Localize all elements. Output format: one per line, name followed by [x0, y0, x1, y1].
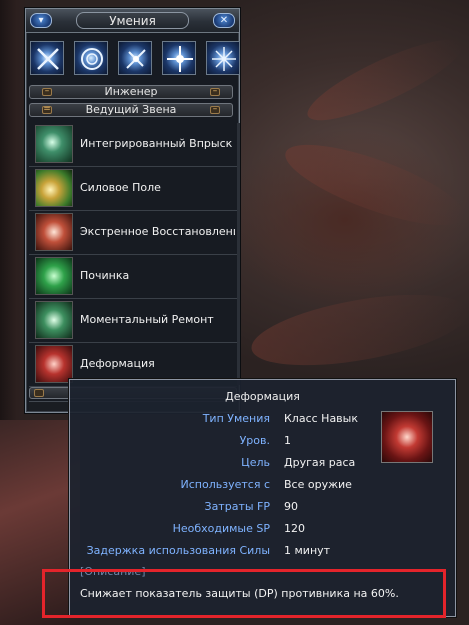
sword-icon — [37, 48, 59, 70]
tooltip-label-target: Цель — [241, 456, 270, 469]
category-class-header[interactable]: – Инженер – — [29, 85, 233, 99]
background-streak — [299, 25, 469, 135]
force-field-skill-icon[interactable] — [35, 169, 73, 207]
skill-name: Починка — [80, 269, 130, 282]
category-subclass-label: Ведущий Звена — [85, 103, 177, 116]
tooltip-value-cooldown: 1 минут — [284, 544, 331, 557]
injection-skill-icon[interactable] — [35, 125, 73, 163]
tooltip-value-skill-type: Класс Навык — [284, 412, 358, 425]
category-class-label: Инженер — [104, 85, 158, 98]
game-scene: ▾ Умения ✕ – Инженер – = Ведущий Звена –… — [0, 0, 469, 625]
tab-sparkle[interactable] — [118, 41, 152, 75]
list-item[interactable]: Силовое Поле — [29, 167, 237, 211]
window-menu-button[interactable]: ▾ — [30, 13, 52, 28]
star-burst-icon — [167, 46, 193, 72]
emergency-restore-skill-icon[interactable] — [35, 213, 73, 251]
skills-window: ▾ Умения ✕ – Инженер – = Ведущий Звена –… — [25, 8, 240, 413]
skill-name: Экстренное Восстановление — [80, 225, 235, 238]
tooltip-title: Деформация — [225, 390, 300, 403]
background-streak — [277, 129, 469, 241]
skill-name: Силовое Поле — [80, 181, 161, 194]
skill-tab-row — [30, 41, 240, 81]
tab-target[interactable] — [74, 41, 108, 75]
tooltip-value-level: 1 — [284, 434, 291, 447]
collapse-icon: – — [210, 105, 220, 114]
background-streak — [246, 281, 469, 379]
skill-name: Деформация — [80, 357, 155, 370]
list-item[interactable]: Интегрированный Впрыск — [29, 123, 237, 167]
collapse-icon[interactable]: – — [42, 87, 52, 96]
tooltip-label-required-sp: Необходимые SP — [172, 522, 270, 535]
tooltip-label-level: Уров. — [239, 434, 270, 447]
sparkle-icon — [126, 49, 146, 69]
deformation-skill-icon[interactable] — [35, 345, 73, 383]
tooltip-value-used-with: Все оружие — [284, 478, 352, 491]
tooltip-label-cooldown: Задержка использования Силы — [86, 544, 270, 557]
deformation-skill-icon — [381, 411, 433, 463]
category-subclass-header[interactable]: = Ведущий Звена – — [29, 103, 233, 117]
skill-name: Интегрированный Впрыск — [80, 137, 233, 150]
tooltip-value-required-sp: 120 — [284, 522, 305, 535]
list-item[interactable]: Починка — [29, 255, 237, 299]
close-icon: ✕ — [219, 15, 229, 26]
window-title: Умения — [76, 12, 189, 29]
tooltip-label-used-with: Используется с — [180, 478, 270, 491]
chevron-down-icon: ▾ — [38, 15, 44, 26]
tooltip-label-skill-type: Тип Умения — [202, 412, 270, 425]
window-titlebar[interactable]: ▾ Умения ✕ — [26, 9, 239, 33]
expand-icon[interactable]: = — [42, 105, 52, 114]
instant-repair-skill-icon[interactable] — [35, 301, 73, 339]
tooltip-value-target: Другая раса — [284, 456, 356, 469]
tooltip-value-fp-cost: 90 — [284, 500, 298, 513]
list-item[interactable]: Экстренное Восстановление — [29, 211, 237, 255]
collapse-icon[interactable] — [34, 389, 44, 397]
collapse-icon: – — [210, 87, 220, 96]
skill-list: Интегрированный Впрыск Силовое Поле Экст… — [29, 123, 237, 387]
cross-star-icon — [212, 47, 236, 71]
tab-sword[interactable] — [30, 41, 64, 75]
list-item[interactable]: Моментальный Ремонт — [29, 299, 237, 343]
repair-skill-icon[interactable] — [35, 257, 73, 295]
tab-cross-star[interactable] — [206, 41, 240, 75]
annotation-highlight-box — [42, 569, 446, 618]
target-icon — [81, 48, 103, 70]
tooltip-label-fp-cost: Затраты FP — [204, 500, 270, 513]
scrollbar[interactable] — [237, 123, 240, 385]
tab-star-burst[interactable] — [162, 41, 196, 75]
skill-name: Моментальный Ремонт — [80, 313, 214, 326]
close-button[interactable]: ✕ — [213, 13, 235, 28]
